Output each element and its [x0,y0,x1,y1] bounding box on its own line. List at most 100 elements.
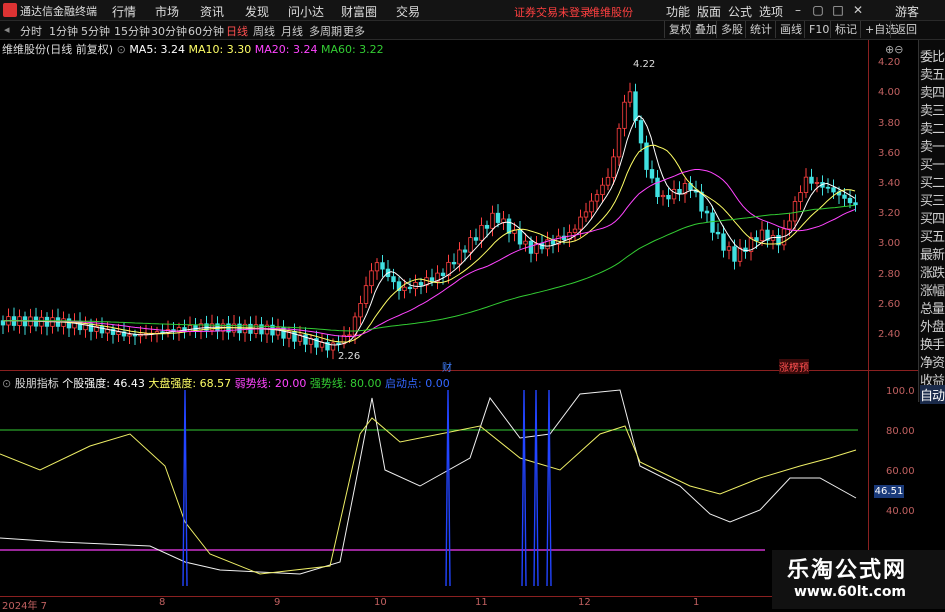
candle-body [358,303,363,318]
sidebar-item[interactable]: 涨跌 [920,262,945,281]
candle-body [660,194,666,198]
candle-body [517,229,523,245]
candle-body [611,156,616,178]
date-tick: 12 [578,597,591,608]
sidebar-item[interactable]: 卖五 [920,64,945,83]
candle-body [600,184,605,196]
sidebar-item[interactable]: 买三 [920,190,945,209]
candle-body [809,176,814,184]
chart-canvas[interactable] [0,0,945,609]
y-tick: 4.20 [878,57,901,68]
candle-body [479,224,484,241]
candle-body [380,262,385,270]
sidebar-item[interactable]: 涨幅 [920,280,945,299]
candle-body [655,177,660,198]
candle-body [539,243,545,250]
candle-body [572,228,578,233]
candle-body [842,194,847,199]
candle-body [374,262,380,272]
candle-body [704,210,710,214]
candle-body [759,229,765,242]
low-price-label: 2.26 [338,351,361,362]
y-tick: 2.40 [878,329,901,340]
limit-up-mark[interactable]: 涨楞预 [779,359,809,374]
candle-body [187,325,193,332]
date-tick: 11 [475,597,488,608]
candle-body [495,212,501,223]
sidebar-item[interactable]: 最新 [920,244,945,263]
sidebar-item[interactable]: 卖四 [920,82,945,101]
candle-body [66,318,72,329]
candle-body [127,334,132,337]
sidebar-item[interactable]: 卖三 [920,100,945,119]
start-point-spike [182,389,188,587]
candle-body [710,212,715,233]
sidebar-item-auto[interactable]: 自动 [920,385,945,404]
sidebar-item[interactable]: 买五 [920,226,945,245]
candle-body [154,331,160,334]
candle-body [622,101,627,129]
watermark-line2: www.60lt.com [794,584,907,600]
indicator-y-tick: 40.00 [886,506,915,517]
quote-sidebar: 委比 卖五 卖四 卖三 卖二 卖一 买一 买二 买三 买四 买五 最新 涨跌 涨… [918,40,945,404]
sidebar-item[interactable]: 卖一 [920,136,945,155]
candle-body [347,334,352,337]
candle-body [803,176,809,193]
candle-body [726,246,732,251]
candle-body [413,282,418,290]
candle-body [677,188,682,195]
candle-body [451,261,457,265]
sidebar-item[interactable]: 委比 [920,46,945,65]
ma60-line [3,204,856,332]
indicator-y-tick: 80.00 [886,426,915,437]
start-point-spike [546,389,552,587]
candle-body [831,187,836,193]
candle-body [792,201,798,222]
candle-body [462,249,468,253]
date-tick: 8 [159,597,166,608]
ma10-line [3,144,856,343]
ma20-line [3,169,856,337]
candle-body [484,224,490,229]
start-point-spike [521,389,527,587]
candle-body [737,247,743,262]
y-tick: 3.80 [878,118,901,129]
candle-body [369,270,374,287]
candle-body [330,342,336,351]
sidebar-item[interactable]: 换手 [920,334,945,353]
candle-body [0,320,6,326]
candle-body [391,276,396,283]
date-tick: 10 [374,597,387,608]
candle-body [457,249,462,265]
candle-body [116,331,121,335]
candle-body [352,316,358,336]
candle-body [814,182,820,184]
start-point-spike [533,389,539,587]
candle-body [528,240,534,254]
candle-body [418,282,424,286]
y-tick: 2.80 [878,269,901,280]
date-tick: 1 [693,597,700,608]
candle-body [594,194,600,202]
candle-body [589,200,594,213]
candle-body [583,211,589,218]
candle-body [429,277,435,282]
candle-body [671,188,677,200]
candle-body [754,237,759,242]
finance-mark[interactable]: 财 [442,359,452,374]
stock-strength-line [0,389,857,575]
high-price-label: 4.22 [633,59,656,70]
candle-body [638,120,644,144]
candle-body [847,197,853,204]
sidebar-item[interactable]: 净资 [920,352,945,371]
sidebar-item[interactable]: 总量 [920,298,945,317]
sidebar-item[interactable]: 买四 [920,208,945,227]
sidebar-item[interactable]: 买一 [920,154,945,173]
candle-body [605,176,611,186]
sidebar-item[interactable]: 买二 [920,172,945,191]
sidebar-item[interactable]: 外盘 [920,316,945,335]
candle-body [578,216,583,230]
sidebar-item[interactable]: 卖二 [920,118,945,137]
candle-body [649,169,655,179]
start-point-spike [445,389,451,587]
